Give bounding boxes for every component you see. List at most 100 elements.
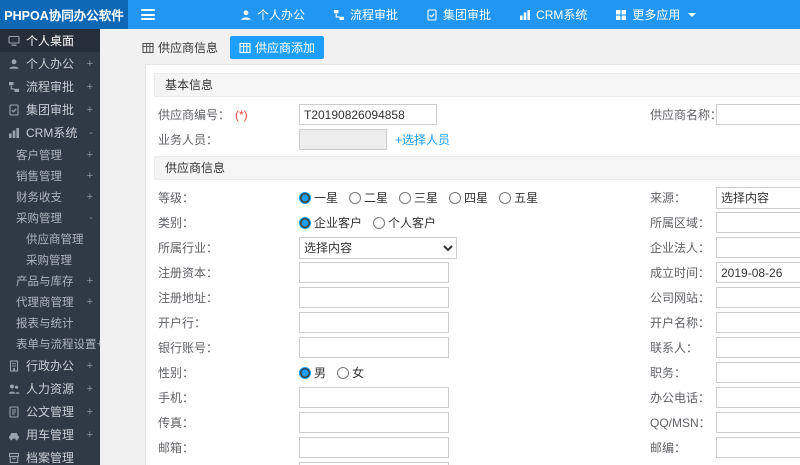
sidebar-item-human-resources[interactable]: 人力资源 + bbox=[0, 377, 100, 400]
level-radio-option[interactable]: 五星 bbox=[499, 189, 538, 206]
tab-label: 供应商信息 bbox=[158, 41, 219, 55]
section-body: 等级： 一星 二星 三星 四星 五星 来源： 选择内容 类别： 企业客户 个人客户 所属区域： 所属行业… bbox=[154, 185, 800, 465]
legal-person-input[interactable] bbox=[716, 237, 800, 258]
topmenu-item-label: 流程审批 bbox=[350, 8, 399, 22]
qq-msn-field bbox=[716, 412, 800, 433]
zip-input[interactable] bbox=[716, 437, 800, 458]
category-radio[interactable] bbox=[299, 216, 311, 229]
industry-select[interactable]: 选择内容 bbox=[299, 236, 457, 259]
sidebar-item-admin-office[interactable]: 行政办公 + bbox=[0, 354, 100, 377]
field-label-text: 成立时间： bbox=[650, 266, 711, 280]
bank-account-field bbox=[299, 337, 646, 358]
expand-plus-icon: + bbox=[86, 103, 93, 116]
qq-msn-label: QQ/MSN： bbox=[646, 414, 716, 431]
sidebar-item-archive-mgmt[interactable]: 档案管理 bbox=[0, 446, 100, 465]
supplier-name-input[interactable] bbox=[716, 104, 800, 125]
field-label-text: 开户名称： bbox=[650, 316, 711, 330]
gender-radio-option[interactable]: 男 bbox=[299, 364, 326, 381]
field-label-text: 银行账号： bbox=[158, 341, 219, 355]
supplier-form: 基本信息供应商编号： (*) 供应商名称：(*) 业务人员： +选择人员供应商信息等级：… bbox=[154, 73, 800, 465]
menu-toggle-icon[interactable] bbox=[128, 0, 168, 29]
level-radio[interactable] bbox=[399, 191, 412, 204]
section-title: 基本信息 bbox=[154, 73, 800, 97]
business-staff-field: +选择人员 bbox=[299, 129, 646, 150]
sidebar-item-finance[interactable]: 财务收支 + bbox=[0, 186, 100, 207]
level-radio-option[interactable]: 三星 bbox=[399, 189, 438, 206]
bank-input[interactable] bbox=[299, 312, 449, 333]
section-body: 供应商编号： (*) 供应商名称：(*) 业务人员： +选择人员 bbox=[154, 102, 800, 152]
level-radio[interactable] bbox=[449, 191, 462, 204]
registered-capital-input[interactable] bbox=[299, 262, 449, 283]
field-label-text: 等级： bbox=[158, 191, 195, 205]
office-phone-input[interactable] bbox=[716, 387, 800, 408]
mobile-input[interactable] bbox=[299, 387, 449, 408]
email-input[interactable] bbox=[299, 437, 449, 458]
founded-date-input[interactable] bbox=[716, 262, 800, 283]
region-input[interactable] bbox=[716, 212, 800, 233]
level-radio[interactable] bbox=[349, 191, 362, 204]
contact-input[interactable] bbox=[716, 337, 800, 358]
sidebar-item-customer-mgmt[interactable]: 客户管理 + bbox=[0, 144, 100, 165]
sidebar-item-sales-mgmt[interactable]: 销售管理 + bbox=[0, 165, 100, 186]
industry-label: 所属行业： bbox=[154, 239, 299, 256]
field-label-text: 办公电话： bbox=[650, 391, 711, 405]
sidebar-item-vehicle-mgmt[interactable]: 用车管理 + bbox=[0, 423, 100, 446]
sidebar-item-product-inventory[interactable]: 产品与库存 + bbox=[0, 270, 100, 291]
topmenu-item-flow[interactable]: 流程审批 bbox=[319, 0, 412, 29]
business-staff-input[interactable] bbox=[299, 129, 387, 150]
sidebar-item-label: 公文管理 bbox=[26, 405, 75, 419]
level-radio[interactable] bbox=[499, 191, 512, 204]
choose-staff-link[interactable]: +选择人员 bbox=[395, 131, 450, 148]
sidebar-item-label: 个人桌面 bbox=[26, 34, 75, 48]
gender-radio[interactable] bbox=[299, 366, 311, 379]
gender-radio[interactable] bbox=[337, 366, 350, 379]
sidebar-item-label: 客户管理 bbox=[16, 149, 62, 162]
sidebar-item-label: 销售管理 bbox=[16, 170, 62, 183]
sidebar-item-label: 代理商管理 bbox=[16, 296, 74, 309]
level-radio-option[interactable]: 一星 bbox=[299, 189, 338, 206]
category-radio-option[interactable]: 企业客户 bbox=[299, 214, 362, 231]
sidebar-item-purchase-mgmt[interactable]: 采购管理 - bbox=[0, 207, 100, 228]
sidebar-item-document-mgmt[interactable]: 公文管理 + bbox=[0, 400, 100, 423]
tab-supplier-add[interactable]: 供应商添加 bbox=[230, 36, 325, 59]
topmenu-item-grid[interactable]: 更多应用 bbox=[601, 0, 710, 29]
level-radio-option[interactable]: 二星 bbox=[349, 189, 388, 206]
sidebar-item-label: 报表与统计 bbox=[16, 317, 74, 330]
sidebar-item-crm-system[interactable]: CRM系统 - bbox=[0, 121, 100, 144]
sidebar-item-agent-mgmt[interactable]: 代理商管理 + bbox=[0, 291, 100, 312]
category-radio-option[interactable]: 个人客户 bbox=[373, 214, 436, 231]
sidebar-item-personal-office[interactable]: 个人办公 + bbox=[0, 52, 100, 75]
form-row: 传真： QQ/MSN： bbox=[154, 410, 800, 435]
qq-msn-input[interactable] bbox=[716, 412, 800, 433]
sidebar-item-desktop[interactable]: 个人桌面 bbox=[0, 29, 100, 52]
category-radio[interactable] bbox=[373, 216, 386, 229]
sidebar-item-purchase-sub[interactable]: 采购管理 bbox=[0, 249, 100, 270]
sidebar-item-label: 采购管理 bbox=[16, 212, 62, 225]
level-radio-option[interactable]: 四星 bbox=[449, 189, 488, 206]
position-input[interactable] bbox=[716, 362, 800, 383]
sidebar-item-group-approval[interactable]: 集团审批 + bbox=[0, 98, 100, 121]
gender-radio-option[interactable]: 女 bbox=[337, 364, 364, 381]
people-icon bbox=[8, 383, 20, 395]
sidebar-item-reports-statistics[interactable]: 报表与统计 bbox=[0, 312, 100, 333]
registered-address-input[interactable] bbox=[299, 287, 449, 308]
industry-field: 选择内容 bbox=[299, 236, 646, 259]
topmenu-item-approve[interactable]: 集团审批 bbox=[412, 0, 505, 29]
topmenu-item-chart[interactable]: CRM系统 bbox=[505, 0, 601, 29]
field-label-text: 来源： bbox=[650, 191, 687, 205]
sidebar-item-form-flow-settings[interactable]: 表单与流程设置 + bbox=[0, 333, 100, 354]
account-name-input[interactable] bbox=[716, 312, 800, 333]
level-radio[interactable] bbox=[299, 191, 311, 204]
supplier-code-input[interactable] bbox=[299, 104, 437, 125]
source-select[interactable]: 选择内容 bbox=[716, 186, 800, 209]
required-marker: (*) bbox=[235, 108, 248, 122]
bank-account-input[interactable] bbox=[299, 337, 449, 358]
fax-input[interactable] bbox=[299, 412, 449, 433]
sidebar-item-workflow-approval[interactable]: 流程审批 + bbox=[0, 75, 100, 98]
tab-supplier-info[interactable]: 供应商信息 bbox=[133, 36, 227, 59]
sidebar-item-supplier-mgmt[interactable]: 供应商管理 bbox=[0, 228, 100, 249]
website-input[interactable] bbox=[716, 287, 800, 308]
field-label-text: 所属区域： bbox=[650, 216, 711, 230]
form-row: 类别： 企业客户 个人客户 所属区域： bbox=[154, 210, 800, 235]
topmenu-item-user[interactable]: 个人办公 bbox=[226, 0, 319, 29]
